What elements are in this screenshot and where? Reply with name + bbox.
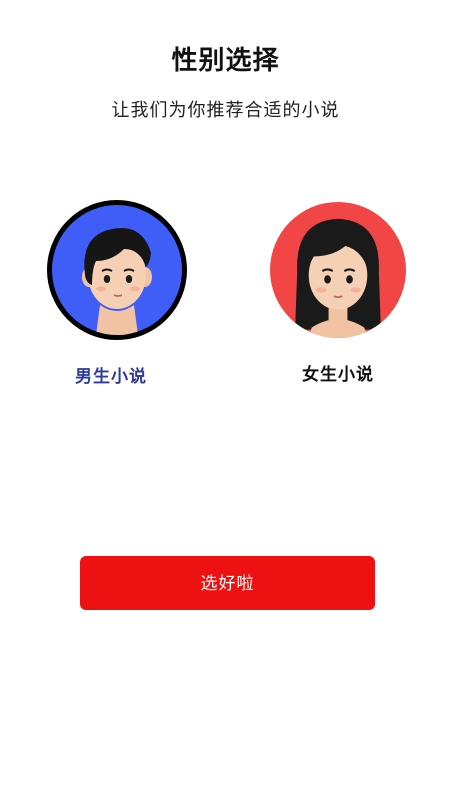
confirm-button[interactable]: 选好啦 xyxy=(80,556,375,610)
boy-face-icon xyxy=(82,228,152,335)
page-title: 性别选择 xyxy=(171,46,280,76)
male-novel-label[interactable]: 男生小说 xyxy=(35,362,187,387)
male-avatar[interactable] xyxy=(47,200,187,340)
girl-face-icon xyxy=(295,218,381,338)
page-subtitle: 让我们为你推荐合适的小说 xyxy=(111,100,340,121)
female-avatar[interactable] xyxy=(270,202,406,338)
female-novel-option[interactable]: 女生小说 xyxy=(268,200,408,385)
gender-select-screen: 性别选择 让我们为你推荐合适的小说 男生小说 女生小说 选好啦 xyxy=(0,0,451,800)
male-novel-option[interactable]: 男生小说 xyxy=(47,200,187,387)
female-novel-label[interactable]: 女生小说 xyxy=(268,360,408,385)
